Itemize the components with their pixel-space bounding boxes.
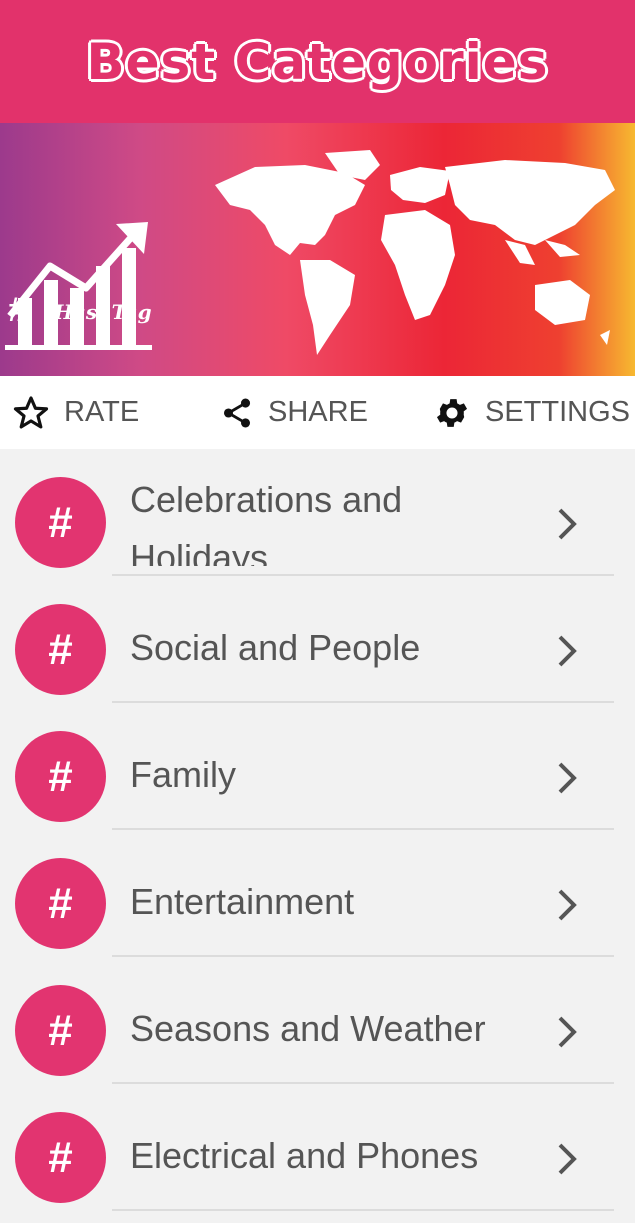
category-list: # Celebrations and Holidays # Social and… (0, 449, 635, 1211)
star-icon (13, 395, 49, 429)
page-title: Best Categories (86, 32, 549, 91)
world-map-image (215, 150, 615, 355)
hashtag-icon: # (15, 604, 106, 695)
settings-label: SETTINGS (485, 396, 631, 428)
category-label: Social and People (130, 627, 421, 668)
chevron-right-icon (558, 635, 577, 667)
category-item[interactable]: # Electrical and Phones (0, 1084, 635, 1211)
share-button[interactable]: SHARE (220, 376, 368, 449)
divider (112, 1209, 614, 1211)
rate-button[interactable]: RATE (12, 376, 139, 449)
category-label: Celebrations and Holidays (130, 479, 403, 566)
gear-icon (436, 398, 468, 427)
rate-label: RATE (64, 396, 140, 428)
settings-button[interactable]: SETTINGS (433, 376, 630, 449)
hashtag-banner: # HashTag (0, 123, 635, 376)
category-item[interactable]: # Social and People (0, 576, 635, 703)
category-label: Entertainment (130, 881, 355, 922)
share-label: SHARE (268, 396, 368, 428)
share-icon (223, 398, 251, 427)
category-item[interactable]: # Entertainment (0, 830, 635, 957)
category-label: Family (130, 754, 236, 795)
category-item[interactable]: # Seasons and Weather (0, 957, 635, 1084)
trending-chart-icon (5, 222, 152, 350)
category-label: Seasons and Weather (130, 1008, 486, 1049)
app-header: Best Categories (0, 0, 635, 123)
hashtag-icon: # (15, 731, 106, 822)
hashtag-icon: # (15, 858, 106, 949)
chevron-right-icon (558, 762, 577, 794)
category-item[interactable]: # Celebrations and Holidays (0, 449, 635, 576)
hashtag-icon: # (15, 1112, 106, 1203)
category-item[interactable]: # Family (0, 703, 635, 830)
chevron-right-icon (558, 1143, 577, 1175)
hashtag-icon: # (15, 985, 106, 1076)
chevron-right-icon (558, 508, 577, 540)
chevron-right-icon (558, 889, 577, 921)
chevron-right-icon (558, 1016, 577, 1048)
category-label: Electrical and Phones (130, 1135, 479, 1176)
hashtag-icon: # (15, 477, 106, 568)
action-bar: RATE SHARE SETTINGS (0, 376, 635, 449)
